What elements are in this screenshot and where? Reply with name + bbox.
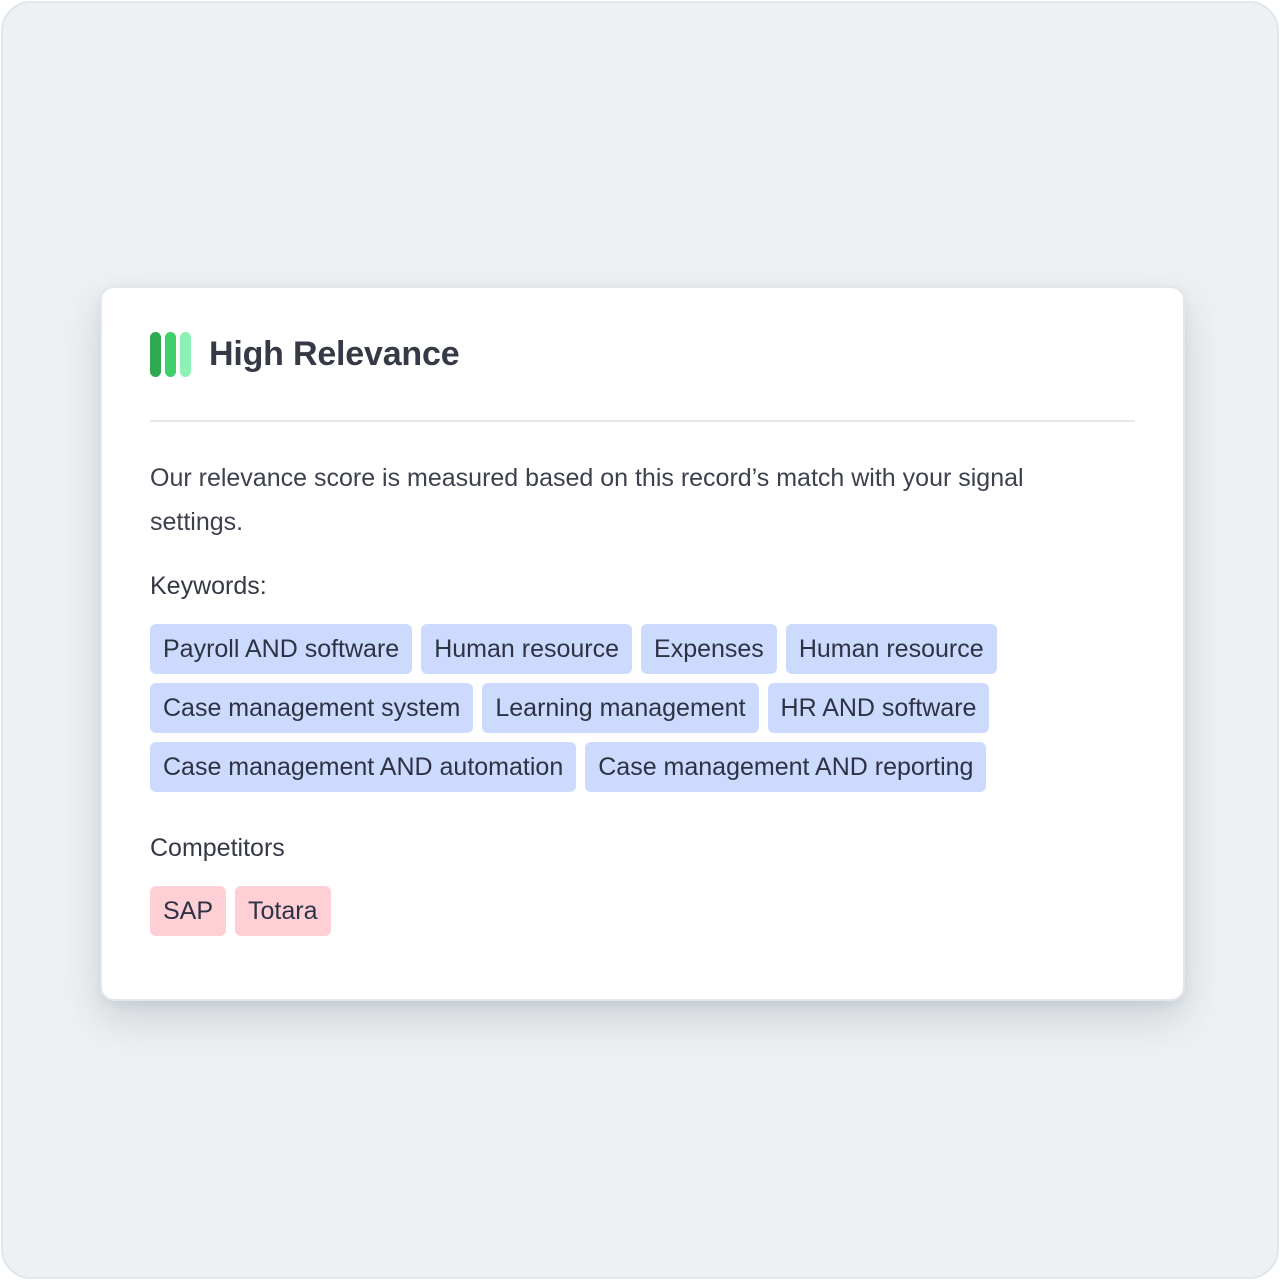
competitors-label: Competitors [150,834,285,862]
keyword-tag: Case management AND reporting [585,742,987,792]
keyword-tag: Payroll AND software [150,624,413,674]
relevance-bar-2 [165,331,176,377]
relevance-card: High Relevance Our relevance score is me… [100,286,1185,1001]
card-title: High Relevance [209,334,460,373]
keywords-tag-list: Payroll AND software Human resource Expe… [150,624,1070,792]
keyword-tag: Human resource [421,624,633,674]
background-frame: High Relevance Our relevance score is me… [1,1,1279,1279]
competitor-tag: Totara [235,886,331,936]
card-header: High Relevance [150,288,1135,422]
competitors-tag-list: SAP Totara [150,886,1070,936]
competitor-tag: SAP [150,886,227,936]
relevance-description: Our relevance score is measured based on… [150,464,1024,536]
keyword-tag: HR AND software [767,683,990,733]
keyword-tag: Case management system [150,683,474,733]
keyword-tag: Learning management [482,683,759,733]
keyword-tag: Case management AND automation [150,742,577,792]
keyword-tag: Expenses [641,624,777,674]
keyword-tag: Human resource [785,624,997,674]
relevance-bars-icon [150,331,191,377]
keywords-label: Keywords: [150,572,267,600]
relevance-bar-3 [180,331,191,377]
relevance-bar-1 [150,331,161,377]
